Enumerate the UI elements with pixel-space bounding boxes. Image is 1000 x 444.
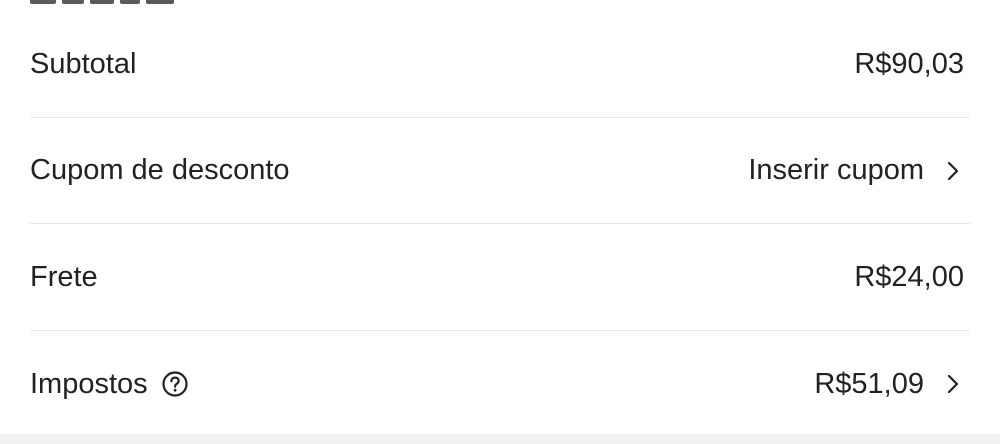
chevron-right-icon: [942, 373, 964, 395]
shipping-row: Frete R$24,00: [30, 225, 970, 331]
shipping-label: Frete: [30, 261, 98, 293]
insert-coupon-label: Inserir cupom: [748, 154, 924, 186]
insert-coupon-button[interactable]: Inserir cupom: [748, 154, 970, 187]
shipping-value: R$24,00: [854, 261, 964, 293]
chevron-right-icon: [942, 160, 964, 182]
coupon-label: Cupom de desconto: [30, 154, 290, 186]
taxes-label-group: Impostos: [30, 368, 189, 401]
section-separator: [0, 434, 1000, 444]
order-summary-screen: Subtotal R$90,03 Cupom de desconto Inser…: [0, 0, 1000, 444]
coupon-row[interactable]: Cupom de desconto Inserir cupom: [30, 118, 970, 224]
taxes-value: R$51,09: [814, 367, 924, 400]
taxes-row[interactable]: Impostos R$51,09: [30, 331, 970, 437]
section-title-cut-off: [30, 0, 174, 4]
taxes-label: Impostos: [30, 367, 148, 400]
subtotal-label: Subtotal: [30, 48, 137, 80]
taxes-details-button[interactable]: R$51,09: [814, 368, 970, 401]
subtotal-value: R$90,03: [854, 48, 964, 80]
question-circle-icon[interactable]: [161, 370, 189, 398]
subtotal-row: Subtotal R$90,03: [30, 12, 970, 118]
